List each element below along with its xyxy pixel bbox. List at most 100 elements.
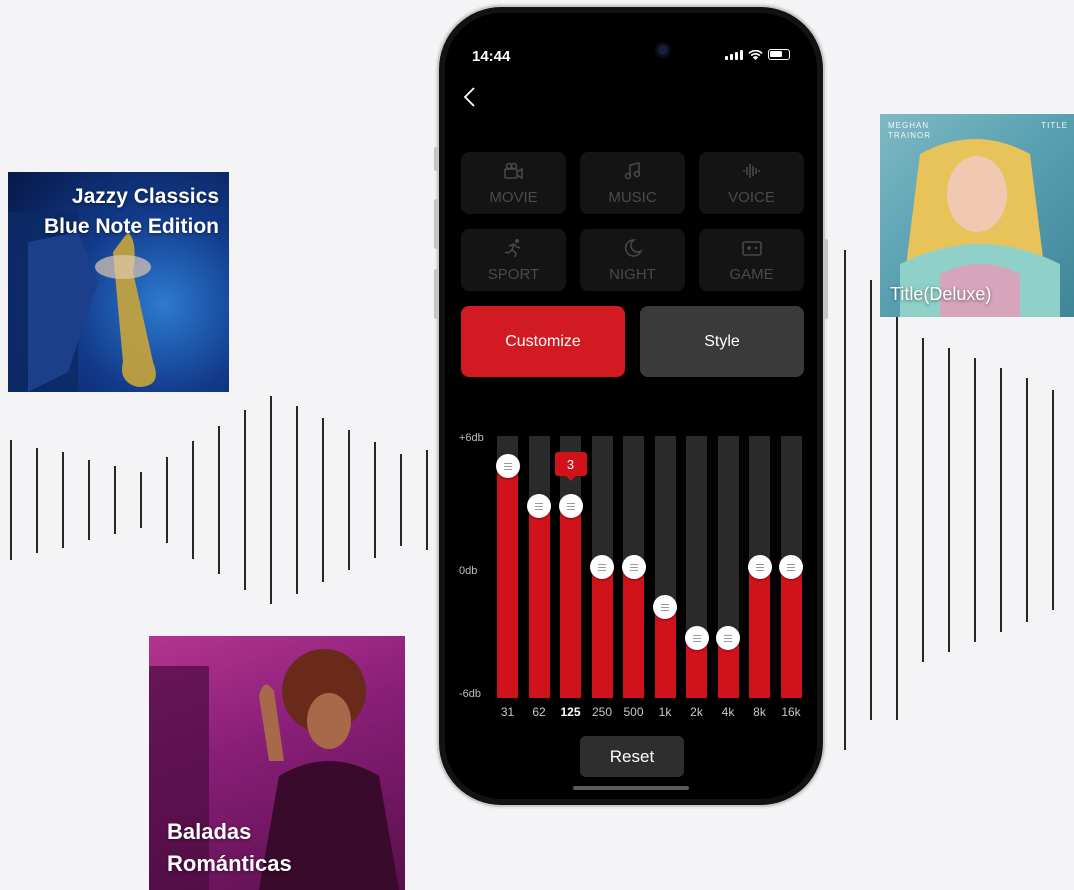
- wave-left-line: [374, 442, 376, 558]
- wave-right-line: [1000, 368, 1002, 632]
- wave-right-line: [1052, 390, 1054, 610]
- mode-button-game[interactable]: GAME: [699, 229, 804, 291]
- wave-left-line: [114, 466, 116, 534]
- eq-freq-label: 16k: [781, 705, 801, 719]
- wave-left-line: [10, 440, 12, 560]
- eq-level-fill: [528, 506, 550, 698]
- running-icon: [503, 238, 525, 266]
- mode-button-voice[interactable]: VOICE: [699, 152, 804, 214]
- phone-screen: 14:44 MOVIE MUSIC VOICE SPORT NIGHT GAME Cust…: [445, 13, 817, 799]
- wave-left-line: [166, 457, 168, 543]
- album-title-line-1: Jazzy Classics: [71, 185, 219, 208]
- tab-customize[interactable]: Customize: [461, 306, 625, 377]
- eq-slider-handle[interactable]: [621, 555, 646, 579]
- wave-left-line: [296, 406, 298, 594]
- eq-value-badge: 3: [554, 452, 587, 481]
- wave-left-line: [36, 448, 38, 553]
- eq-slider-handle[interactable]: [590, 555, 614, 579]
- front-camera: [658, 45, 668, 55]
- mode-button-movie[interactable]: MOVIE: [461, 152, 566, 214]
- eq-slider-handle[interactable]: [684, 626, 709, 650]
- mode-button-music[interactable]: MUSIC: [580, 152, 685, 214]
- eq-band-8k[interactable]: [747, 436, 772, 698]
- gamepad-icon: [741, 238, 763, 266]
- album-title-line-2: Románticas: [167, 851, 292, 876]
- wave-left-line: [400, 454, 402, 546]
- sound-mode-grid: MOVIE MUSIC VOICE SPORT NIGHT GAME: [461, 152, 804, 291]
- tab-style[interactable]: Style: [640, 306, 804, 377]
- volume-down-button: [434, 269, 438, 319]
- album-corner-text: TITLE: [1041, 121, 1068, 130]
- wave-left-line: [192, 441, 194, 559]
- music-note-icon: [622, 161, 644, 189]
- db-label-max: +6db: [459, 432, 484, 444]
- db-label-min: -6db: [459, 688, 482, 700]
- wave-right-line: [844, 250, 846, 750]
- mode-label: MOVIE: [489, 188, 538, 206]
- eq-band-250[interactable]: [590, 436, 614, 698]
- eq-band-4k[interactable]: [716, 436, 740, 698]
- status-icons: [725, 49, 790, 60]
- eq-level-fill: [497, 466, 518, 698]
- wave-right-line: [896, 310, 898, 720]
- eq-level-fill: [560, 506, 581, 698]
- eq-slider-handle[interactable]: [653, 595, 677, 619]
- eq-level-fill: [591, 567, 613, 698]
- volume-up-button: [434, 199, 438, 249]
- wave-left-line: [62, 452, 64, 548]
- wave-left-line: [88, 460, 90, 540]
- eq-band-31[interactable]: [495, 436, 520, 698]
- mode-label: VOICE: [728, 188, 775, 206]
- battery-icon: [768, 49, 790, 60]
- wave-left-line: [426, 450, 428, 550]
- eq-level-fill: [780, 567, 802, 698]
- wave-left-line: [244, 410, 246, 590]
- eq-level-fill: [623, 567, 644, 698]
- home-indicator: [573, 786, 689, 790]
- eq-slider-handle[interactable]: [527, 494, 551, 518]
- wave-right-line: [1026, 378, 1028, 622]
- album-cover-title-deluxe: MEGHAN TRAINOR TITLE Title(Deluxe): [880, 114, 1074, 317]
- back-arrow-icon[interactable]: [459, 85, 483, 109]
- eq-level-fill: [749, 567, 770, 698]
- eq-band-1k[interactable]: [653, 436, 677, 698]
- mode-label: MUSIC: [608, 188, 657, 206]
- wave-right-line: [922, 338, 924, 662]
- voice-wave-icon: [741, 161, 763, 189]
- wifi-icon: [748, 49, 763, 60]
- wave-left-line: [140, 472, 142, 528]
- wave-right-line: [948, 348, 950, 652]
- mode-label: NIGHT: [609, 265, 656, 283]
- mode-label: GAME: [729, 265, 774, 283]
- eq-slider-handle[interactable]: [779, 555, 803, 579]
- wave-left-line: [348, 430, 350, 570]
- eq-slider-handle[interactable]: [716, 626, 740, 650]
- mode-button-sport[interactable]: SPORT: [461, 229, 566, 291]
- power-button: [824, 239, 828, 319]
- album-cover-jazzy-classics: Jazzy Classics Blue Note Edition: [8, 172, 229, 392]
- eq-slider-handle[interactable]: [747, 555, 772, 579]
- eq-slider-handle[interactable]: [558, 494, 583, 518]
- album-cover-baladas-romanticas: Baladas Románticas: [149, 636, 405, 890]
- eq-band-62[interactable]: [527, 436, 551, 698]
- mode-button-night[interactable]: NIGHT: [580, 229, 685, 291]
- moon-icon: [622, 238, 644, 266]
- reset-button[interactable]: Reset: [580, 736, 684, 777]
- wave-left-line: [218, 426, 220, 574]
- video-camera-icon: [503, 161, 525, 189]
- wave-left-line: [270, 396, 272, 604]
- eq-band-500[interactable]: [621, 436, 646, 698]
- wave-right-line: [870, 280, 872, 720]
- artist-name: MEGHAN TRAINOR: [888, 121, 931, 140]
- cellular-signal-icon: [725, 49, 743, 60]
- eq-slider-handle[interactable]: [495, 454, 520, 478]
- eq-level-fill: [654, 607, 676, 698]
- eq-band-2k[interactable]: [684, 436, 709, 698]
- mode-label: SPORT: [487, 265, 540, 283]
- eq-band-16k[interactable]: [779, 436, 803, 698]
- album-title: Title(Deluxe): [890, 284, 992, 304]
- album-title-line-2: Blue Note Edition: [44, 215, 219, 238]
- mute-switch: [434, 147, 438, 171]
- album-title-line-1: Baladas: [167, 819, 252, 844]
- phone-frame: 14:44 MOVIE MUSIC VOICE SPORT NIGHT GAME Cust…: [434, 7, 828, 805]
